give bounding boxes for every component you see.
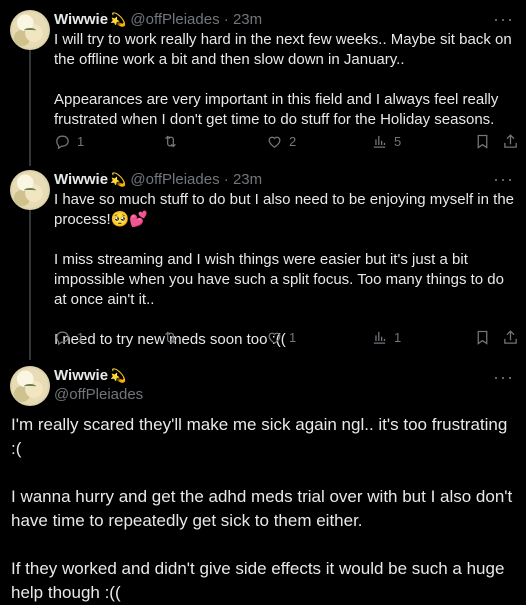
display-name[interactable]: Wiwwie <box>54 171 108 188</box>
bookmark-icon <box>477 134 488 149</box>
timestamp[interactable]: 23m <box>233 171 262 188</box>
view-count: 5 <box>394 133 402 149</box>
analytics-icon <box>373 135 386 148</box>
retweet-icon <box>165 135 176 147</box>
tweet-paragraph: I wanna hurry and get the adhd meds tria… <box>11 487 513 530</box>
views-button[interactable]: 5 <box>371 131 401 151</box>
focused-tweet: Wiwwie 💫 @offPleiades ··· I'm really scar… <box>0 360 526 602</box>
handle[interactable]: @offPleiades <box>54 385 143 404</box>
share-button[interactable] <box>502 327 519 347</box>
analytics-icon <box>373 331 386 344</box>
reply-count: 1 <box>77 329 85 345</box>
heart-icon <box>268 332 281 344</box>
handle[interactable]: @offPleiades <box>130 11 219 28</box>
name-emoji: 💫 <box>110 368 127 383</box>
separator-dot: · <box>223 11 229 28</box>
views-button[interactable]: 1 <box>371 327 401 347</box>
tweet-text: I will try to work really hard in the ne… <box>54 30 516 130</box>
action-bar: 1 2 5 <box>54 131 519 151</box>
name-emoji: 💫 <box>110 12 127 27</box>
tweet[interactable]: Wiwwie 💫 @offPleiades · 23m ··· I have so… <box>0 160 526 360</box>
bookmark-button[interactable] <box>474 131 491 151</box>
more-dots-icon[interactable]: ··· <box>493 368 514 386</box>
tweet-header: Wiwwie 💫 <box>54 366 126 385</box>
avatar[interactable] <box>10 10 50 50</box>
avatar[interactable] <box>10 170 50 210</box>
avatar[interactable] <box>10 366 50 406</box>
tweet-text: I'm really scared they'll make me sick a… <box>11 413 515 605</box>
like-count: 1 <box>289 329 297 345</box>
handle[interactable]: @offPleiades <box>130 171 219 188</box>
reply-icon <box>56 135 69 149</box>
more-dots-icon[interactable]: ··· <box>493 170 514 188</box>
bookmark-icon <box>477 330 488 345</box>
bookmark-button[interactable] <box>474 327 491 347</box>
display-name[interactable]: Wiwwie <box>54 11 108 28</box>
action-bar: 1 1 1 <box>54 327 519 347</box>
tweet-paragraph: I miss streaming and I wish things were … <box>54 251 504 308</box>
tweet-text: I have so much stuff to do but I also ne… <box>54 190 516 350</box>
tweet-paragraph: I will try to work really hard in the ne… <box>54 31 512 68</box>
reply-count: 1 <box>77 133 85 149</box>
like-button[interactable]: 1 <box>266 327 296 347</box>
share-icon <box>504 133 517 148</box>
more-dots-icon[interactable]: ··· <box>493 10 514 28</box>
share-icon <box>504 329 517 344</box>
reply-button[interactable]: 1 <box>54 131 84 151</box>
tweet[interactable]: Wiwwie 💫 @offPleiades · 23m ··· I will tr… <box>0 0 526 160</box>
reply-button[interactable]: 1 <box>54 327 84 347</box>
like-button[interactable]: 2 <box>266 131 296 151</box>
tweet-paragraph: I have so much stuff to do but I also ne… <box>54 191 515 228</box>
tweet-header: Wiwwie 💫 @offPleiades · 23m <box>54 10 262 30</box>
reply-icon <box>56 331 69 345</box>
tweet-paragraph: Appearances are very important in this f… <box>54 91 499 128</box>
timestamp[interactable]: 23m <box>233 11 262 28</box>
heart-icon <box>268 136 281 148</box>
like-count: 2 <box>289 133 297 149</box>
display-name[interactable]: Wiwwie <box>54 367 108 384</box>
tweet-paragraph: If they worked and didn't give side effe… <box>11 559 505 602</box>
retweet-button[interactable] <box>162 131 185 151</box>
separator-dot: · <box>223 171 229 188</box>
name-emoji: 💫 <box>110 172 127 187</box>
share-button[interactable] <box>502 131 519 151</box>
view-count: 1 <box>394 329 402 345</box>
tweet-paragraph: I'm really scared they'll make me sick a… <box>11 415 508 458</box>
tweet-header: Wiwwie 💫 @offPleiades · 23m <box>54 170 262 190</box>
retweet-icon <box>165 331 176 343</box>
retweet-button[interactable] <box>162 327 185 347</box>
